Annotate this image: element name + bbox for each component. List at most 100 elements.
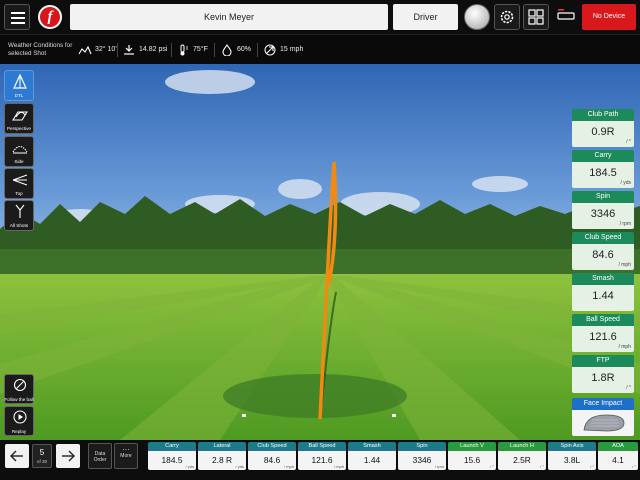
- grid-icon: [528, 9, 544, 25]
- wind-value: 15 mph: [280, 46, 304, 53]
- bottom-stat-spin[interactable]: Spin 3346/ rpm: [398, 442, 446, 470]
- brand-logo: f: [38, 5, 62, 29]
- layout-button[interactable]: [523, 4, 549, 30]
- bottom-stat-label: Ball Speed: [298, 442, 346, 451]
- pressure-readout: 14.82 psi: [122, 44, 172, 56]
- follow-ball-icon: [13, 378, 27, 392]
- previous-shot-button[interactable]: [5, 444, 29, 468]
- tile-unit: / °: [626, 139, 631, 145]
- bottom-stat-label: Spin Axis: [548, 442, 596, 451]
- bottom-stat-box: 1.44: [348, 451, 396, 470]
- golf-ball-selector-icon[interactable]: [464, 4, 490, 30]
- settings-button[interactable]: [494, 4, 520, 30]
- arrow-left-icon: [10, 450, 23, 462]
- view-all-shots-button[interactable]: All Shots: [4, 200, 34, 231]
- tile-value-box: 84.6 / mph: [572, 244, 634, 270]
- bottom-stat-aoa[interactable]: AOA 4.1/ °: [598, 442, 638, 470]
- shot-view-scene[interactable]: DTL Perspective Side Top All Shots Follo…: [0, 64, 640, 440]
- bottom-stat-smash[interactable]: Smash 1.44: [348, 442, 396, 470]
- view-top-button[interactable]: Top: [4, 168, 34, 199]
- hamburger-icon-line: [11, 17, 25, 19]
- water-drop-icon: [222, 44, 232, 56]
- tile-smash[interactable]: Smash 1.44: [572, 273, 634, 311]
- tile-label: Spin: [572, 191, 634, 203]
- tile-value: 0.9R: [591, 126, 615, 138]
- view-perspective-button[interactable]: Perspective: [4, 103, 34, 134]
- bottom-stat-unit: / yds: [235, 464, 244, 469]
- bottom-stat-value: 15.6: [463, 455, 481, 465]
- bottom-stat-unit: / rpm: [434, 464, 444, 469]
- bottom-stat-launch-h[interactable]: Launch H 2.5R / °: [498, 442, 546, 470]
- device-status-button[interactable]: No Device: [582, 4, 636, 30]
- view-side-button[interactable]: Side: [4, 136, 34, 167]
- bottom-stat-spin-axis[interactable]: Spin Axis 3.8L / °: [548, 442, 596, 470]
- bottom-stat-box: 4.1/ °: [598, 451, 638, 470]
- device-icon: [557, 9, 575, 20]
- bottom-stat-carry[interactable]: Carry 184.5/ yds: [148, 442, 196, 470]
- club-selector-button[interactable]: Driver: [393, 4, 458, 30]
- tile-label: Club Path: [572, 109, 634, 121]
- tile-unit: / mph: [618, 262, 631, 268]
- bottom-stat-value: 1.44: [363, 455, 381, 465]
- bottom-stat-box: 121.6/ mph: [298, 451, 346, 470]
- tile-value: 1.44: [592, 290, 614, 302]
- bottom-stat-launch-v[interactable]: Launch V 15.6 / °: [448, 442, 496, 470]
- tile-club-path[interactable]: Club Path 0.9R / °: [572, 109, 634, 147]
- tile-value-box: 3346/ rpm: [572, 203, 634, 229]
- bottom-stat-unit: / °: [540, 464, 544, 469]
- latitude-readout: 32° 10': [78, 44, 118, 56]
- hamburger-icon-line: [11, 22, 25, 24]
- bottom-stat-ball-speed[interactable]: Ball Speed 121.6/ mph: [298, 442, 346, 470]
- arrow-right-icon: [62, 450, 75, 462]
- tile-face-impact[interactable]: Face Impact: [572, 398, 634, 436]
- pressure-value: 14.82 psi: [139, 46, 168, 53]
- view-label: Side: [14, 159, 24, 164]
- wind-direction-icon: [264, 44, 276, 56]
- bottom-stat-label: AOA: [598, 442, 638, 451]
- bottom-stat-label: Launch V: [448, 442, 496, 451]
- bottom-stat-box: 3.8L / °: [548, 451, 596, 470]
- temperature-readout: 75°F: [176, 44, 216, 56]
- follow-ball-label: Follow the ball: [4, 397, 34, 402]
- next-shot-button[interactable]: [56, 444, 80, 468]
- weather-divider: [257, 43, 258, 57]
- more-button[interactable]: ··· More: [114, 443, 138, 469]
- bottom-stat-label: Smash: [348, 442, 396, 451]
- tile-ball-speed[interactable]: Ball Speed 121.6/ mph: [572, 314, 634, 352]
- tile-value: 121.6: [589, 331, 617, 343]
- bottom-stat-label: Lateral: [198, 442, 246, 451]
- bottom-stat-unit: / °: [632, 464, 636, 469]
- replay-button[interactable]: Replay: [4, 406, 34, 436]
- tile-club-speed[interactable]: Club Speed 84.6 / mph: [572, 232, 634, 270]
- mountain-location-icon: [78, 45, 92, 55]
- menu-button[interactable]: [4, 4, 30, 30]
- tile-unit: / yds: [620, 180, 631, 186]
- data-order-button[interactable]: Data Order: [88, 443, 112, 469]
- bottom-stat-box: 3346/ rpm: [398, 451, 446, 470]
- bottom-stat-unit: / °: [590, 464, 594, 469]
- tile-value-box: 1.8R / °: [572, 367, 634, 393]
- top-bar: f Kevin Meyer Driver No Device: [0, 0, 640, 34]
- tile-value-box: 121.6/ mph: [572, 326, 634, 352]
- gear-icon: [500, 10, 514, 24]
- bottom-stat-box: 184.5/ yds: [148, 451, 196, 470]
- thermometer-icon: [180, 44, 188, 56]
- tile-value: 84.6: [592, 249, 614, 261]
- view-dtl-button[interactable]: DTL: [4, 70, 34, 101]
- bottom-stat-label: Spin: [398, 442, 446, 451]
- bottom-stat-unit: / yds: [185, 464, 194, 469]
- view-label: All Shots: [9, 223, 29, 228]
- player-name-field[interactable]: Kevin Meyer: [70, 4, 388, 30]
- tile-value-box: 184.5/ yds: [572, 162, 634, 188]
- follow-ball-button[interactable]: Follow the ball: [4, 374, 34, 404]
- tile-label: FTP: [572, 355, 634, 367]
- tile-ftp[interactable]: FTP 1.8R / °: [572, 355, 634, 393]
- tile-value-box: 0.9R / °: [572, 121, 634, 147]
- tile-label: Club Speed: [572, 232, 634, 244]
- bottom-stat-box: 2.5R / °: [498, 451, 546, 470]
- perspective-view-icon: [12, 111, 28, 121]
- bottom-stat-lateral[interactable]: Lateral 2.8 R / yds: [198, 442, 246, 470]
- bottom-stat-club-speed[interactable]: Club Speed 84.6/ mph: [248, 442, 296, 470]
- tile-spin[interactable]: Spin 3346/ rpm: [572, 191, 634, 229]
- tile-carry[interactable]: Carry 184.5/ yds: [572, 150, 634, 188]
